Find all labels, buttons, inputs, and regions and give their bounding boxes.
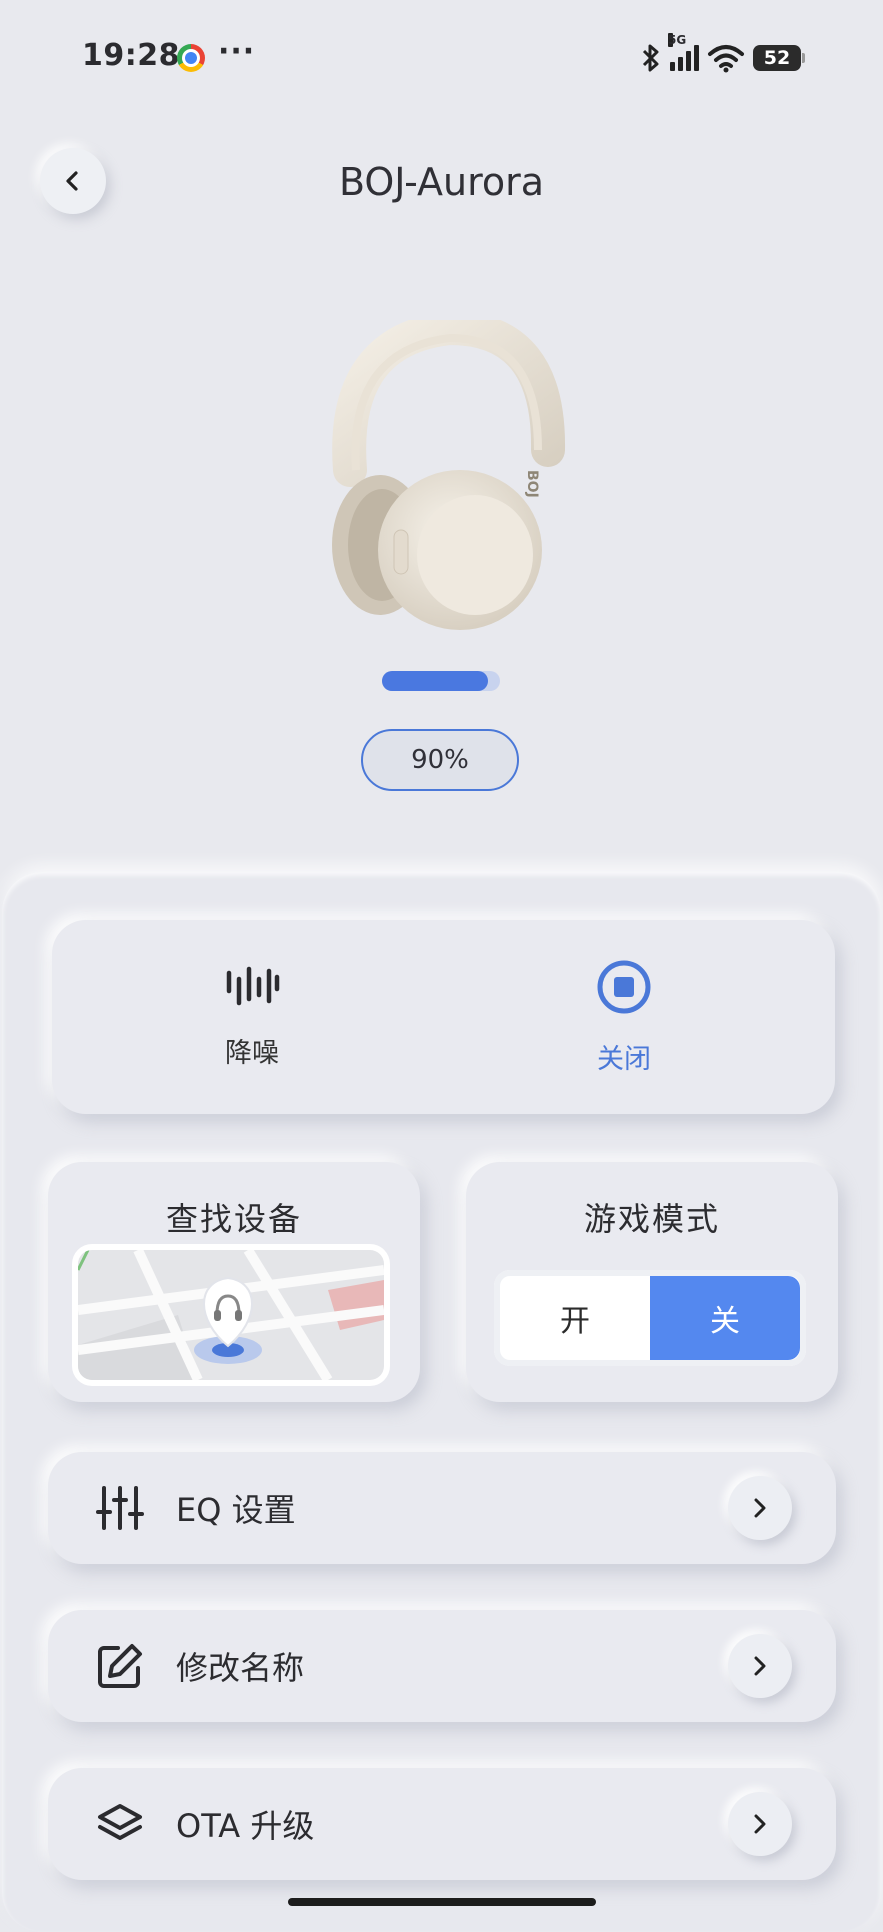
battery-percentage-badge: 90% xyxy=(361,729,519,791)
rename-row[interactable]: 修改名称 xyxy=(48,1610,836,1722)
chevron-right-icon xyxy=(754,1498,766,1518)
equalizer-icon xyxy=(96,1486,144,1530)
stop-circle-icon xyxy=(597,960,651,1013)
anc-card: 降噪 关闭 xyxy=(52,920,835,1114)
game-mode-card: 游戏模式 开 关 xyxy=(466,1162,838,1402)
find-device-title: 查找设备 xyxy=(165,1200,302,1238)
bluetooth-icon xyxy=(642,44,659,72)
page-title: BOJ-Aurora xyxy=(338,160,545,204)
eq-settings-chevron[interactable] xyxy=(728,1476,792,1540)
ota-upgrade-chevron[interactable] xyxy=(728,1792,792,1856)
eq-settings-row[interactable]: EQ 设置 xyxy=(48,1452,836,1564)
anc-off-option[interactable]: 关闭 xyxy=(454,920,794,1114)
battery-progress-fill xyxy=(382,671,489,691)
noise-cancel-label: 降噪 xyxy=(225,1037,279,1069)
noise-cancel-option[interactable]: 降噪 xyxy=(82,920,422,1114)
eq-settings-label: EQ 设置 xyxy=(176,1491,296,1529)
status-bar: 19:28 ··· 5G 52 xyxy=(0,0,883,118)
battery-icon: 52 xyxy=(753,45,805,71)
anc-off-label: 关闭 xyxy=(597,1043,651,1075)
battery-level: 52 xyxy=(763,47,791,69)
sound-wave-icon xyxy=(226,966,280,1005)
map-preview[interactable] xyxy=(72,1244,390,1386)
headphone-image: BOJ xyxy=(332,320,566,630)
game-mode-toggle[interactable]: 开 关 xyxy=(494,1270,806,1366)
more-notifications-icon: ··· xyxy=(218,34,256,69)
map-icon xyxy=(78,1250,384,1380)
game-mode-on-button[interactable]: 开 xyxy=(500,1276,650,1360)
status-time: 19:28 xyxy=(82,38,180,73)
chrome-icon xyxy=(177,44,205,72)
ota-upgrade-label: OTA 升级 xyxy=(176,1807,315,1845)
find-device-card[interactable]: 查找设备 xyxy=(48,1162,420,1402)
chevron-right-icon xyxy=(754,1656,766,1676)
signal-icon: 5G xyxy=(668,33,699,71)
home-indicator[interactable] xyxy=(288,1898,596,1906)
chevron-right-icon xyxy=(754,1814,766,1834)
rename-label: 修改名称 xyxy=(176,1649,305,1687)
layers-icon xyxy=(98,1804,142,1840)
game-mode-title: 游戏模式 xyxy=(583,1200,720,1238)
network-type: 5G xyxy=(668,33,687,47)
game-mode-off-button[interactable]: 关 xyxy=(650,1276,800,1360)
battery-progress-bar xyxy=(382,671,500,691)
edit-icon xyxy=(98,1644,142,1688)
svg-text:BOJ: BOJ xyxy=(524,470,540,498)
ota-upgrade-row[interactable]: OTA 升级 xyxy=(48,1768,836,1880)
battery-percentage-text: 90% xyxy=(411,745,469,775)
rename-chevron[interactable] xyxy=(728,1634,792,1698)
wifi-icon xyxy=(708,45,744,73)
status-icons: 5G 52 xyxy=(640,33,805,76)
